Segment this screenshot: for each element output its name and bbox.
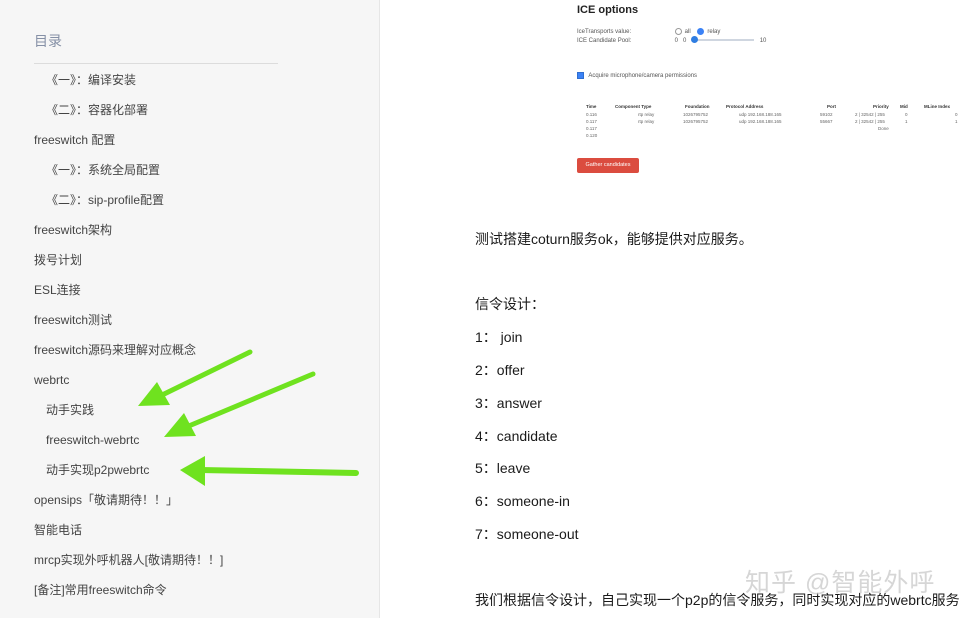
toc-item-smart-phone[interactable]: 智能电话	[34, 522, 82, 538]
arrow-to-p2pwebrtc	[180, 456, 359, 486]
gather-candidates-button[interactable]: Gather candidates	[577, 158, 639, 173]
toc-item-dialplan[interactable]: 拨号计划	[34, 252, 82, 268]
ice-pool-value: 0	[674, 38, 679, 44]
toc-item-freeswitch-test[interactable]: freeswitch测试	[34, 312, 112, 328]
toc-divider	[34, 63, 278, 64]
table-cell: 0.117	[586, 119, 597, 124]
table-cell: 0.117	[586, 126, 597, 131]
signal-item: 3：answer	[475, 395, 542, 411]
toc-item-p2pwebrtc[interactable]: 动手实现p2pwebrtc	[46, 462, 149, 478]
signal-design-title: 信令设计：	[475, 296, 545, 312]
radio-relay[interactable]	[697, 28, 705, 35]
toc-item-opensips[interactable]: opensips「敬请期待！！」	[34, 492, 178, 508]
toc-item-esl[interactable]: ESL连接	[34, 282, 81, 298]
zhihu-watermark: 知乎 @智能外呼	[745, 569, 936, 597]
table-cell: 0	[905, 112, 908, 117]
permission-label: Acquire microphone/camera permissions	[588, 73, 698, 80]
ice-pool-row: ICE Candidate Pool: 0 0 10	[577, 36, 767, 44]
toc-item-sip-profile[interactable]: 《二》：sip-profile配置	[46, 192, 164, 208]
table-cell: Done	[878, 126, 889, 131]
table-cell: 1026795752	[683, 119, 709, 124]
toc-title: 目录	[34, 33, 62, 49]
table-cell: rtp relay	[638, 112, 655, 117]
th-protocol: Protocol Address	[726, 104, 764, 109]
th-priority: Priority	[873, 104, 889, 109]
ice-pool-min: 0	[683, 38, 687, 44]
toc-item-source-concepts[interactable]: freeswitch源码来理解对应概念	[34, 342, 196, 358]
coturn-test-text: 测试搭建coturn服务ok，能够提供对应服务。	[475, 231, 753, 247]
article-main: ICE options IceTransports value: all rel…	[381, 0, 980, 618]
slider-knob[interactable]	[691, 36, 699, 44]
table-cell: 1	[955, 119, 958, 124]
th-foundation: Foundation	[685, 104, 710, 109]
ice-permission-row: Acquire microphone/camera permissions	[577, 72, 697, 79]
th-time: Time	[586, 104, 597, 109]
th-mid: Mid	[900, 104, 908, 109]
radio-all-label: all	[684, 29, 691, 36]
toc-item-container-deploy[interactable]: 《二》：容器化部署	[46, 102, 148, 118]
toc-item-webrtc[interactable]: webrtc	[34, 372, 69, 388]
toc-sidebar: 目录 《一》：编译安装 《二》：容器化部署 freeswitch 配置 《一》：…	[0, 0, 380, 618]
radio-all[interactable]	[674, 28, 682, 35]
toc-item-commands[interactable]: [备注]常用freeswitch命令	[34, 582, 167, 598]
ice-pool-max: 10	[759, 38, 767, 44]
table-cell: udp 192.168.188.165	[739, 119, 782, 124]
signal-item: 2：offer	[475, 362, 525, 378]
ice-options-screenshot: ICE options IceTransports value: all rel…	[577, 0, 980, 185]
toc-item-hands-on[interactable]: 动手实践	[46, 402, 94, 418]
signal-item: 7：someone-out	[475, 526, 579, 542]
signal-item: 1： join	[475, 329, 523, 345]
table-cell: 55667	[820, 119, 833, 124]
th-mline: MLine Index	[924, 104, 951, 109]
table-cell: 2 | 32542 | 255	[855, 119, 885, 124]
table-cell: 0	[955, 112, 958, 117]
toc-item-compile-install[interactable]: 《一》：编译安装	[46, 72, 136, 88]
th-component: Component Type	[615, 104, 652, 109]
signal-item: 4：candidate	[475, 428, 558, 444]
ice-transports-label: IceTransports value:	[577, 29, 632, 36]
radio-relay-label: relay	[707, 29, 721, 36]
toc-item-mrcp-robot[interactable]: mrcp实现外呼机器人[敬请期待！！]	[34, 552, 223, 568]
signal-item: 5：leave	[475, 460, 531, 476]
table-cell: 1026795752	[683, 112, 709, 117]
toc-item-freeswitch-webrtc[interactable]: freeswitch-webrtc	[46, 432, 139, 448]
table-cell: 2 | 32542 | 255	[855, 112, 885, 117]
table-cell: udp 192.168.188.165	[739, 112, 782, 117]
ice-transports-row: IceTransports value: all relay	[577, 28, 720, 35]
signal-item: 6：someone-in	[475, 493, 570, 509]
arrow-to-freeswitch-webrtc	[164, 371, 316, 437]
toc-item-global-config[interactable]: 《一》：系统全局配置	[46, 162, 160, 178]
table-cell: 1	[905, 119, 908, 124]
th-port: Port	[827, 104, 836, 109]
table-cell: rtp relay	[638, 119, 655, 124]
table-cell: 59102	[820, 112, 833, 117]
table-cell: 0.120	[586, 133, 598, 138]
table-cell: 0.116	[586, 112, 597, 117]
permission-checkbox[interactable]	[577, 72, 584, 79]
arrow-to-hands-on	[138, 349, 253, 406]
ice-heading: ICE options	[577, 4, 639, 16]
toc-item-freeswitch-config[interactable]: freeswitch 配置	[34, 132, 115, 148]
toc-item-freeswitch-arch[interactable]: freeswitch架构	[34, 222, 112, 238]
ice-pool-label: ICE Candidate Pool:	[577, 38, 632, 44]
ice-pool-slider[interactable]	[691, 36, 755, 44]
